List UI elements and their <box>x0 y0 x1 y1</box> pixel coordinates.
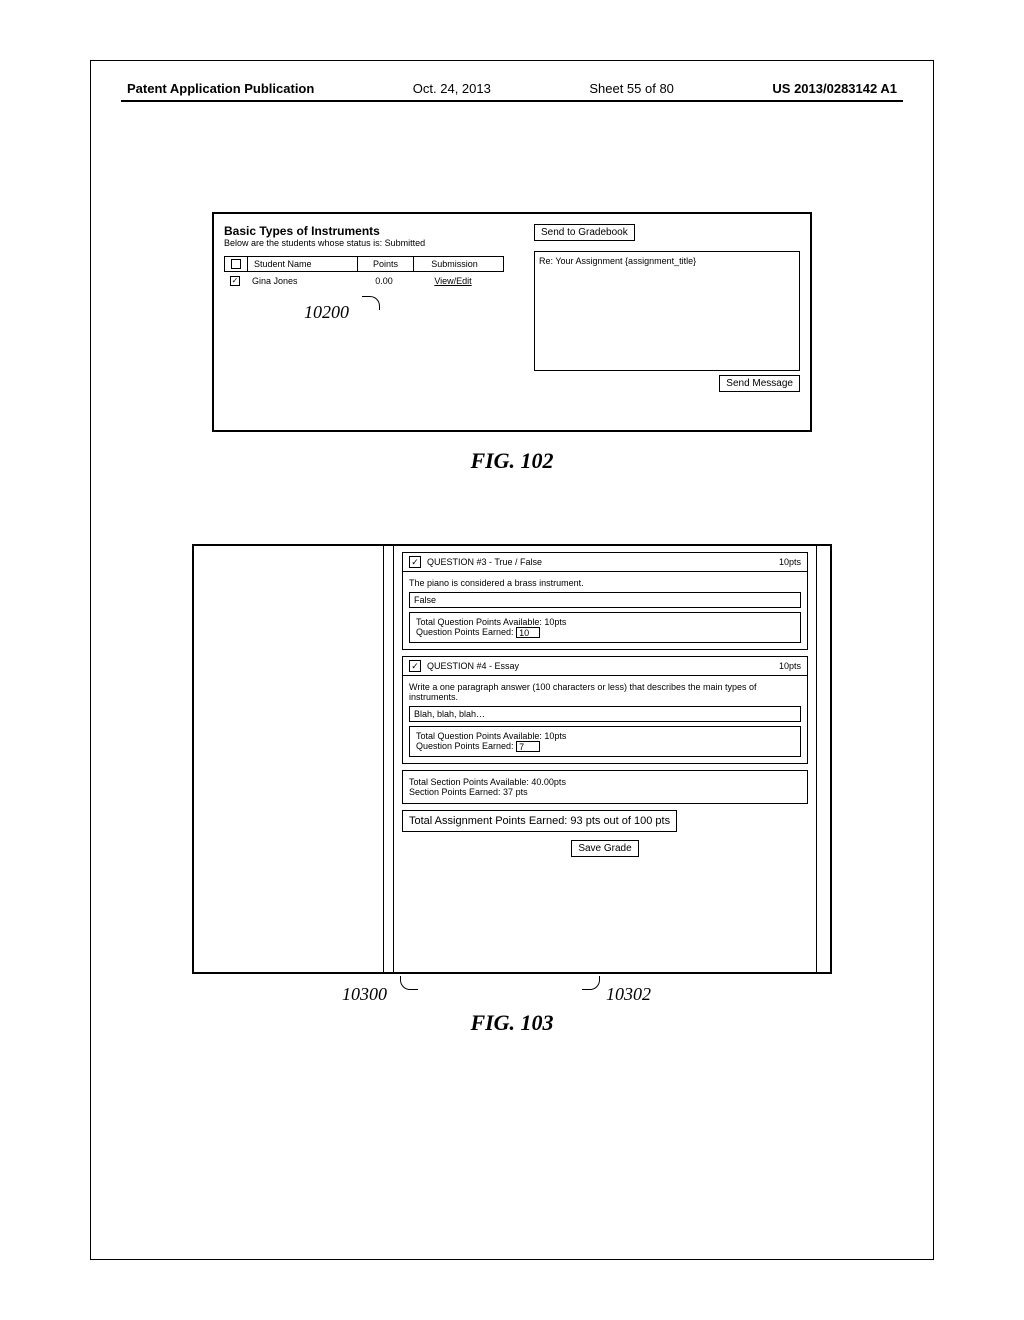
grading-main-panel: ✓ QUESTION #3 - True / False 10pts The p… <box>394 546 816 972</box>
ref-num-10200: 10200 <box>304 302 349 323</box>
col-points: Points <box>357 257 413 271</box>
leader-line <box>362 296 380 310</box>
message-subject: Re: Your Assignment {assignment_title} <box>539 256 696 266</box>
col-student-name: Student Name <box>247 257 357 271</box>
q3-prompt: The piano is considered a brass instrume… <box>409 578 801 588</box>
q3-header: QUESTION #3 - True / False <box>427 557 542 567</box>
section-total-box: Total Section Points Available: 40.00pts… <box>402 770 808 804</box>
header-sheet: Sheet 55 of 80 <box>589 81 674 96</box>
ref-num-10302: 10302 <box>606 984 651 1005</box>
q3-earned-input[interactable]: 10 <box>516 627 540 638</box>
q3-score-box: Total Question Points Available: 10pts Q… <box>409 612 801 643</box>
page-header: Patent Application Publication Oct. 24, … <box>121 81 903 96</box>
q3-available: Total Question Points Available: 10pts <box>416 617 794 627</box>
assignment-total: Total Assignment Points Earned: 93 pts o… <box>402 810 677 832</box>
send-message-button[interactable]: Send Message <box>719 375 800 392</box>
section-available: Total Section Points Available: 40.00pts <box>409 777 801 787</box>
table-row: ✓ Gina Jones 0.00 View/Edit <box>224 272 504 290</box>
select-all-checkbox[interactable] <box>225 257 247 271</box>
view-edit-link[interactable]: View/Edit <box>412 276 494 286</box>
save-grade-button[interactable]: Save Grade <box>571 840 638 857</box>
header-date: Oct. 24, 2013 <box>413 81 491 96</box>
row-student-name: Gina Jones <box>246 276 356 286</box>
q3-points-label: 10pts <box>779 557 801 567</box>
q3-answer: False <box>409 592 801 608</box>
fig-103-label: FIG. 103 <box>121 1010 903 1036</box>
q4-points-label: 10pts <box>779 661 801 671</box>
gutter <box>384 546 394 972</box>
fig-102-label: FIG. 102 <box>121 448 903 474</box>
row-points: 0.00 <box>356 276 412 286</box>
reference-10200: 10200 <box>224 296 504 316</box>
fig-102-panel: Basic Types of Instruments Below are the… <box>212 212 812 432</box>
message-panel: Send to Gradebook Re: Your Assignment {a… <box>534 224 800 420</box>
patent-page: Patent Application Publication Oct. 24, … <box>90 60 934 1260</box>
header-pubnum: US 2013/0283142 A1 <box>772 81 897 96</box>
q4-score-box: Total Question Points Available: 10pts Q… <box>409 726 801 757</box>
fig-103-refs: 10300 10302 <box>192 980 832 1010</box>
leader-line <box>582 976 600 990</box>
student-table-header: Student Name Points Submission <box>224 256 504 272</box>
sidebar-panel <box>194 546 384 972</box>
check-icon: ✓ <box>409 556 421 568</box>
question-4-box: ✓ QUESTION #4 - Essay 10pts Write a one … <box>402 656 808 764</box>
assignment-subtitle: Below are the students whose status is: … <box>224 238 504 248</box>
q4-available: Total Question Points Available: 10pts <box>416 731 794 741</box>
student-list-panel: Basic Types of Instruments Below are the… <box>224 224 504 420</box>
section-earned: Section Points Earned: 37 pts <box>409 787 801 797</box>
header-rule <box>121 100 903 102</box>
q4-earned-label: Question Points Earned: <box>416 741 514 751</box>
scrollbar[interactable] <box>816 546 830 972</box>
q4-prompt: Write a one paragraph answer (100 charac… <box>409 682 801 702</box>
check-icon: ✓ <box>409 660 421 672</box>
row-checkbox[interactable]: ✓ <box>224 276 246 286</box>
leader-line <box>400 976 418 990</box>
q4-answer: Blah, blah, blah… <box>409 706 801 722</box>
message-textarea[interactable]: Re: Your Assignment {assignment_title} <box>534 251 800 371</box>
q4-header: QUESTION #4 - Essay <box>427 661 519 671</box>
col-submission: Submission <box>413 257 495 271</box>
header-publication: Patent Application Publication <box>127 81 314 96</box>
question-3-box: ✓ QUESTION #3 - True / False 10pts The p… <box>402 552 808 650</box>
q3-earned-label: Question Points Earned: <box>416 627 514 637</box>
assignment-title: Basic Types of Instruments <box>224 224 504 238</box>
q4-earned-input[interactable]: 7 <box>516 741 540 752</box>
fig-103-panel: ✓ QUESTION #3 - True / False 10pts The p… <box>192 544 832 974</box>
send-to-gradebook-button[interactable]: Send to Gradebook <box>534 224 635 241</box>
ref-num-10300: 10300 <box>342 984 387 1005</box>
